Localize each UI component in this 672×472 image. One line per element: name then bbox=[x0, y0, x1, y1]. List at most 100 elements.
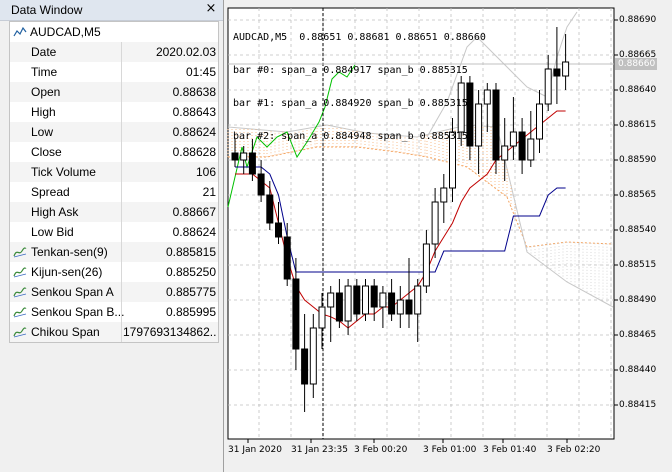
candle-body bbox=[301, 348, 309, 385]
column-divider bbox=[121, 302, 122, 322]
row-value: 0.885995 bbox=[165, 305, 216, 319]
row-label: Low bbox=[31, 125, 54, 139]
candle-body bbox=[318, 306, 326, 329]
data-row-senkou-span-a: Senkou Span A 0.885775 bbox=[10, 282, 218, 302]
data-row-high: High 0.88643 bbox=[10, 102, 218, 122]
current-price-tag: 0.88660 bbox=[615, 58, 657, 70]
candle-body bbox=[362, 285, 369, 315]
row-label: Tenkan-sen(9) bbox=[31, 245, 108, 259]
candle-body bbox=[370, 285, 378, 308]
x-tick-label: 3 Feb 00:20 bbox=[354, 445, 408, 455]
candle-body bbox=[509, 131, 517, 147]
row-value: 0.88628 bbox=[172, 145, 216, 159]
y-tick-label: 0.88565 bbox=[619, 190, 657, 200]
span-line-1: bar #1: span_a 0.884920 span_b 0.885315 bbox=[233, 98, 468, 109]
candle-body bbox=[562, 61, 570, 77]
row-value: 0.88624 bbox=[172, 125, 216, 139]
candle-body bbox=[405, 299, 413, 315]
candle-body bbox=[414, 285, 422, 315]
candle-body bbox=[518, 131, 526, 161]
candle-body bbox=[292, 278, 300, 350]
data-row-open: Open 0.88638 bbox=[10, 82, 218, 102]
candle-body bbox=[431, 201, 439, 245]
column-divider bbox=[121, 82, 122, 102]
y-tick-label: 0.88615 bbox=[619, 120, 657, 130]
indicator-icon bbox=[13, 307, 27, 318]
column-divider bbox=[121, 202, 122, 222]
data-row-date: Date 2020.02.03 bbox=[10, 42, 218, 62]
span-line-0: bar #0: span_a 0.884917 span_b 0.885315 bbox=[233, 65, 468, 76]
data-row-chikou-span: Chikou Span 1797693134862... bbox=[10, 322, 218, 342]
y-tick-label: 0.88515 bbox=[619, 260, 657, 270]
row-label: Spread bbox=[31, 185, 70, 199]
x-tick-label: 3 Feb 01:40 bbox=[483, 445, 537, 455]
data-row-time: Time 01:45 bbox=[10, 62, 218, 82]
candle-body bbox=[422, 243, 430, 287]
column-divider bbox=[121, 142, 122, 162]
data-row-close: Close 0.88628 bbox=[10, 142, 218, 162]
column-divider bbox=[121, 262, 122, 282]
column-divider bbox=[121, 162, 122, 182]
x-tick-label: 31 Jan 23:35 bbox=[291, 445, 348, 455]
y-tick-label: 0.88690 bbox=[619, 15, 657, 25]
y-tick-label: 0.88590 bbox=[619, 155, 657, 165]
data-window-titlebar[interactable]: Data Window × bbox=[0, 0, 223, 21]
row-value: 0.885815 bbox=[165, 245, 216, 259]
data-row-tenkan-sen-9: Tenkan-sen(9) 0.885815 bbox=[10, 242, 218, 262]
x-tick-label: 3 Feb 01:00 bbox=[423, 445, 477, 455]
row-label: Senkou Span B... bbox=[31, 305, 125, 319]
data-row-low-bid: Low Bid 0.88624 bbox=[10, 222, 218, 242]
close-icon[interactable]: × bbox=[204, 2, 218, 16]
column-divider bbox=[121, 182, 122, 202]
row-value: 1797693134862... bbox=[123, 325, 216, 339]
column-divider bbox=[121, 122, 122, 142]
data-row-kijun-sen-26: Kijun-sen(26) 0.885250 bbox=[10, 262, 218, 282]
column-divider bbox=[121, 222, 122, 242]
data-row-senkou-span-b: Senkou Span B... 0.885995 bbox=[10, 302, 218, 322]
x-tick-label: 3 Feb 02:20 bbox=[547, 445, 601, 455]
row-label: High bbox=[31, 105, 56, 119]
indicator-icon bbox=[13, 287, 27, 298]
y-tick-label: 0.88415 bbox=[619, 400, 657, 410]
column-divider bbox=[121, 242, 122, 262]
price-chart[interactable]: AUDCAD,M5 0.88651 0.88681 0.88651 0.8866… bbox=[227, 7, 672, 472]
span-line-2: bar #2: span_a 0.884948 span_b 0.885315 bbox=[233, 131, 468, 142]
row-value: 0.885250 bbox=[165, 265, 216, 279]
candle-body bbox=[492, 89, 500, 161]
row-label: Kijun-sen(26) bbox=[31, 265, 103, 279]
data-window-title: Data Window bbox=[11, 3, 83, 17]
candle-body bbox=[379, 292, 387, 308]
candle-body bbox=[275, 222, 282, 238]
row-value: 106 bbox=[195, 165, 216, 179]
candle-body bbox=[309, 327, 317, 385]
data-window-panel: Data Window × AUDCAD,M5 Date 2020.02.03 Ti… bbox=[0, 0, 224, 472]
row-value: 2020.02.03 bbox=[155, 45, 216, 59]
data-row-spread: Spread 21 bbox=[10, 182, 218, 202]
y-tick-label: 0.88440 bbox=[619, 365, 657, 375]
chart-line-icon bbox=[13, 26, 27, 37]
row-label: High Ask bbox=[31, 205, 79, 219]
indicator-icon bbox=[13, 267, 27, 278]
y-tick-label: 0.88540 bbox=[619, 225, 657, 235]
candle-body bbox=[335, 292, 343, 322]
data-row-tick-volume: Tick Volume 106 bbox=[10, 162, 218, 182]
y-tick-label: 0.88640 bbox=[619, 85, 657, 95]
candle-body bbox=[544, 68, 552, 105]
row-label: Tick Volume bbox=[31, 165, 96, 179]
candle-body bbox=[353, 285, 361, 315]
row-label: Time bbox=[31, 65, 58, 79]
chart-header: AUDCAD,M5 0.88651 0.88681 0.88651 0.8866… bbox=[233, 10, 486, 164]
column-divider bbox=[121, 42, 122, 62]
ohlc-line: AUDCAD,M5 0.88651 0.88681 0.88651 0.8866… bbox=[233, 32, 486, 43]
column-divider bbox=[121, 282, 122, 302]
row-label: Date bbox=[31, 45, 57, 59]
row-label: Chikou Span bbox=[31, 325, 100, 339]
x-tick-label: 31 Jan 2020 bbox=[228, 445, 282, 455]
symbol-label: AUDCAD,M5 bbox=[30, 25, 101, 39]
candle-body bbox=[501, 145, 509, 161]
candle-body bbox=[536, 103, 543, 140]
row-value: 21 bbox=[202, 185, 216, 199]
row-value: 0.88643 bbox=[172, 105, 216, 119]
row-value: 0.88624 bbox=[172, 225, 216, 239]
candle-body bbox=[327, 292, 335, 308]
